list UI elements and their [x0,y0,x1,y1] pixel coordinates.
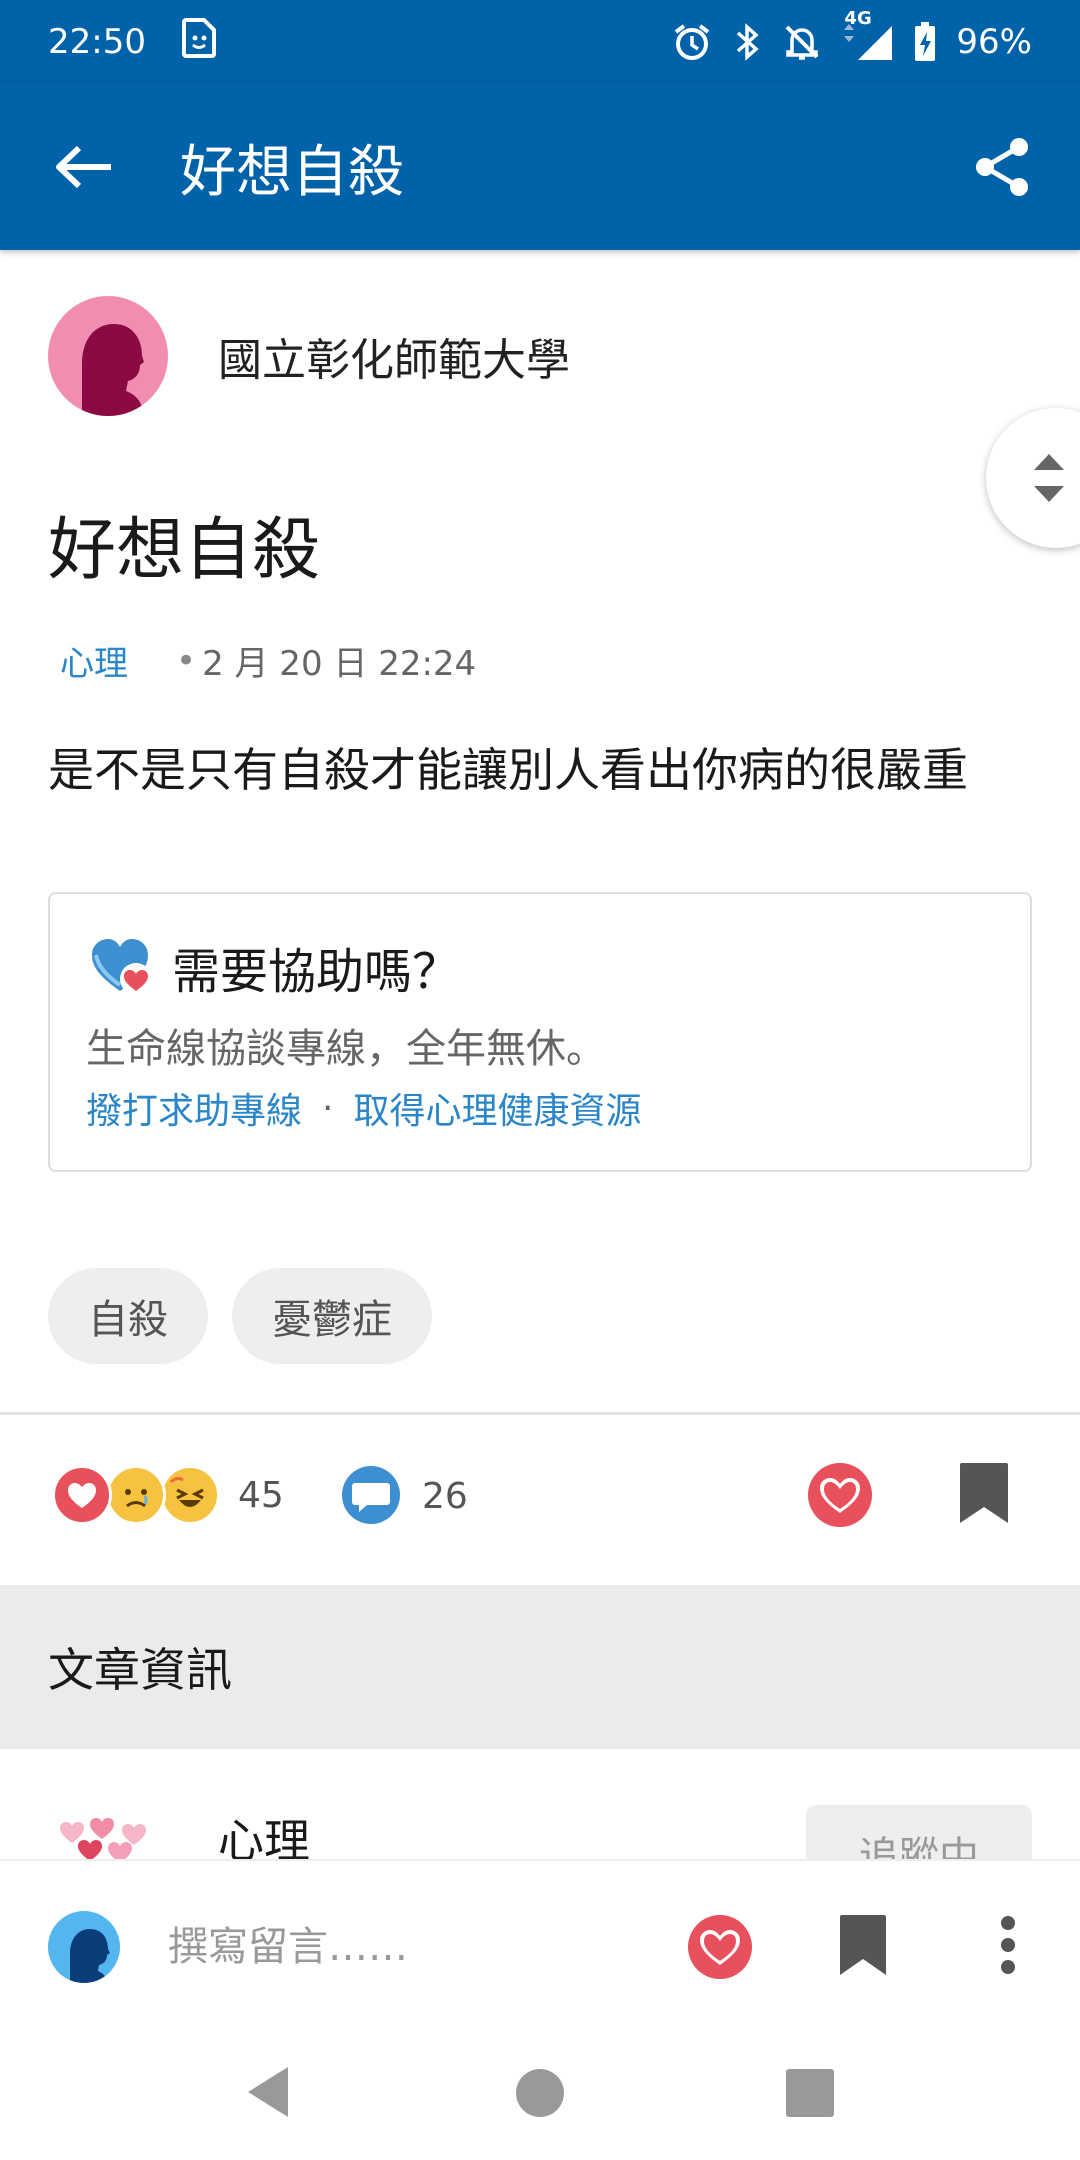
comment-count: 26 [422,1475,468,1517]
help-card-title: 需要協助嗎？ [172,944,461,1000]
nav-back-icon[interactable] [244,2065,290,2119]
more-options-button[interactable] [998,1913,1018,1977]
heart-icon [808,1463,872,1527]
network-type: 4G [844,8,872,29]
back-button[interactable] [42,125,126,209]
tag-chip[interactable]: 自殺 [48,1268,208,1364]
author-name: 國立彰化師範大學 [218,335,570,386]
bookmark-icon [840,1915,886,1975]
nav-home-icon[interactable] [516,2069,564,2117]
scroll-up-down-icon [1034,454,1064,502]
like-button[interactable] [806,1461,874,1529]
author-avatar [48,296,168,416]
article-info-header: 文章資訊 [0,1585,1080,1749]
system-nav-bar [0,2029,1080,2160]
post-date: 2 月 20 日 22:24 [202,644,477,684]
bookmark-button[interactable] [958,1461,1010,1525]
hearts-thumbnail-icon [60,1818,146,1859]
laugh-face-icon [160,1465,220,1525]
battery-level: 96% [956,22,1032,62]
bluetooth-icon [732,22,762,62]
back-arrow-icon [56,145,111,189]
heart-icon [688,1915,752,1979]
help-link-separator: · [322,1087,334,1129]
post-body: 是不是只有自殺才能讓別人看出你病的很嚴重 [48,743,968,797]
more-vertical-icon [1001,1916,1015,1974]
board-thumbnail [52,1809,162,1859]
board-name: 心理 [218,1814,310,1859]
help-card-links: 撥打求助專線 · 取得心理健康資源 [86,1082,641,1134]
board-link[interactable]: 心理 [60,636,128,685]
comment-bubble-icon [342,1466,400,1524]
sticker-icon [181,17,216,67]
app-bar-title: 好想自殺 [180,139,404,205]
app-screen: 22:50 4G 96% 好想自殺 國立彰化師範大學 好想自殺 心理 • 2 月… [0,0,1080,2160]
comment-bar [0,1859,1080,2029]
post-title: 好想自殺 [48,511,321,590]
app-bar: 好想自殺 [0,84,1080,250]
comment-bar-bookmark-button[interactable] [838,1913,888,1977]
alarm-icon [672,22,712,62]
follow-button[interactable]: 追蹤中 [806,1805,1032,1859]
meta-separator-dot: • [176,640,197,681]
board-info-row[interactable]: 心理 追蹤中 [0,1749,1080,1859]
help-card-header: 需要協助嗎？ [90,932,460,1002]
help-card: 需要協助嗎？ 生命線協談專線，全年無休。 撥打求助專線 · 取得心理健康資源 [48,892,1032,1172]
helping-hearts-icon [92,939,152,995]
battery-charging-icon [914,22,936,62]
scroll-toggle-button[interactable] [986,408,1080,548]
tag-list: 自殺 憂鬱症 [48,1268,432,1364]
status-left: 22:50 [48,17,216,67]
mental-health-resources-link[interactable]: 取得心理健康資源 [353,1082,641,1134]
notifications-off-icon [782,22,822,62]
sad-face-icon [106,1465,166,1525]
reactions-summary[interactable]: 45 [52,1465,284,1525]
male-avatar-icon [70,1929,110,1983]
author-row[interactable]: 國立彰化師範大學 [48,296,570,416]
nav-recents-icon[interactable] [786,2069,834,2117]
user-avatar[interactable] [48,1911,120,1983]
female-avatar-icon [82,324,144,416]
share-icon [976,138,1028,196]
help-card-description: 生命線協談專線，全年無休。 [86,1026,606,1072]
comments-summary[interactable]: 26 [340,1465,468,1527]
post-meta: 心理 • 2 月 20 日 22:24 [60,636,476,685]
comment-input[interactable] [168,1911,648,1983]
status-time: 22:50 [48,22,146,62]
reaction-count: 45 [238,1474,284,1516]
heart-reaction-icon [52,1465,112,1525]
tag-chip[interactable]: 憂鬱症 [232,1268,432,1364]
status-right: 4G 96% [672,8,1032,62]
call-hotline-link[interactable]: 撥打求助專線 [86,1082,302,1134]
bookmark-icon [960,1463,1008,1523]
reaction-bar: 45 26 [0,1415,1080,1585]
signal-icon: 4G [842,8,894,62]
comment-bar-like-button[interactable] [686,1913,754,1981]
share-button[interactable] [960,125,1044,209]
status-bar: 22:50 4G 96% [0,0,1080,84]
